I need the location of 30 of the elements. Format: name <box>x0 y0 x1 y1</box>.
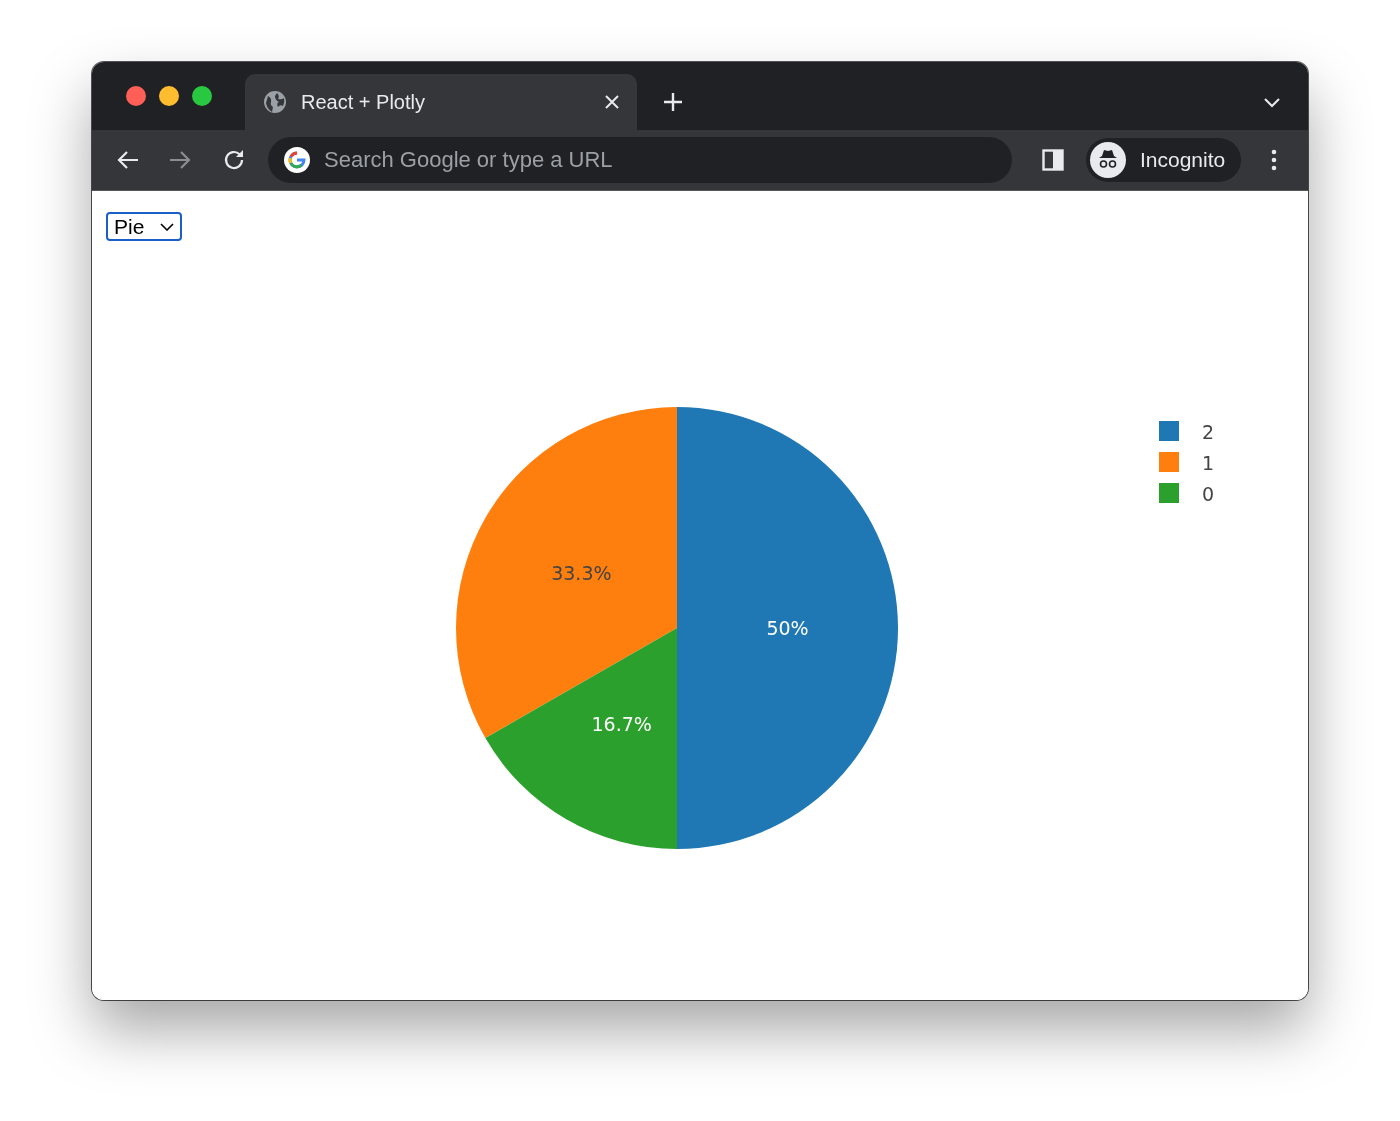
slice-label: 33.3% <box>551 561 612 584</box>
incognito-badge[interactable]: Incognito <box>1086 138 1242 182</box>
more-menu-icon[interactable] <box>1271 149 1278 171</box>
slice-label: 50% <box>766 617 809 639</box>
chart-type-select[interactable]: Pie <box>106 212 182 241</box>
legend-label[interactable]: 1 <box>1202 452 1215 474</box>
legend-swatch[interactable] <box>1159 421 1179 441</box>
minimize-window-icon[interactable] <box>159 86 179 106</box>
incognito-icon <box>1090 142 1126 178</box>
tab-title: React + Plotly <box>301 90 426 114</box>
side-panel-icon[interactable] <box>1042 149 1064 171</box>
address-bar[interactable]: Search Google or type a URL <box>268 137 1012 183</box>
globe-icon <box>263 90 287 114</box>
legend-swatch[interactable] <box>1159 452 1179 472</box>
close-window-icon[interactable] <box>126 86 146 106</box>
slice-label: 16.7% <box>591 712 652 735</box>
address-placeholder: Search Google or type a URL <box>324 147 613 173</box>
close-icon[interactable] <box>605 95 619 109</box>
legend-label[interactable]: 2 <box>1202 421 1215 443</box>
back-icon[interactable] <box>116 150 140 170</box>
google-logo-icon <box>284 147 310 173</box>
browser-tab[interactable]: React + Plotly <box>245 74 637 130</box>
chevron-down-icon <box>160 222 174 231</box>
legend-label[interactable]: 0 <box>1202 483 1215 505</box>
legend-swatch[interactable] <box>1159 483 1179 503</box>
reload-icon[interactable] <box>222 148 246 172</box>
chevron-down-icon[interactable] <box>1264 98 1280 108</box>
forward-icon[interactable] <box>168 150 192 170</box>
zoom-window-icon[interactable] <box>192 86 212 106</box>
new-tab-icon[interactable] <box>663 92 683 112</box>
